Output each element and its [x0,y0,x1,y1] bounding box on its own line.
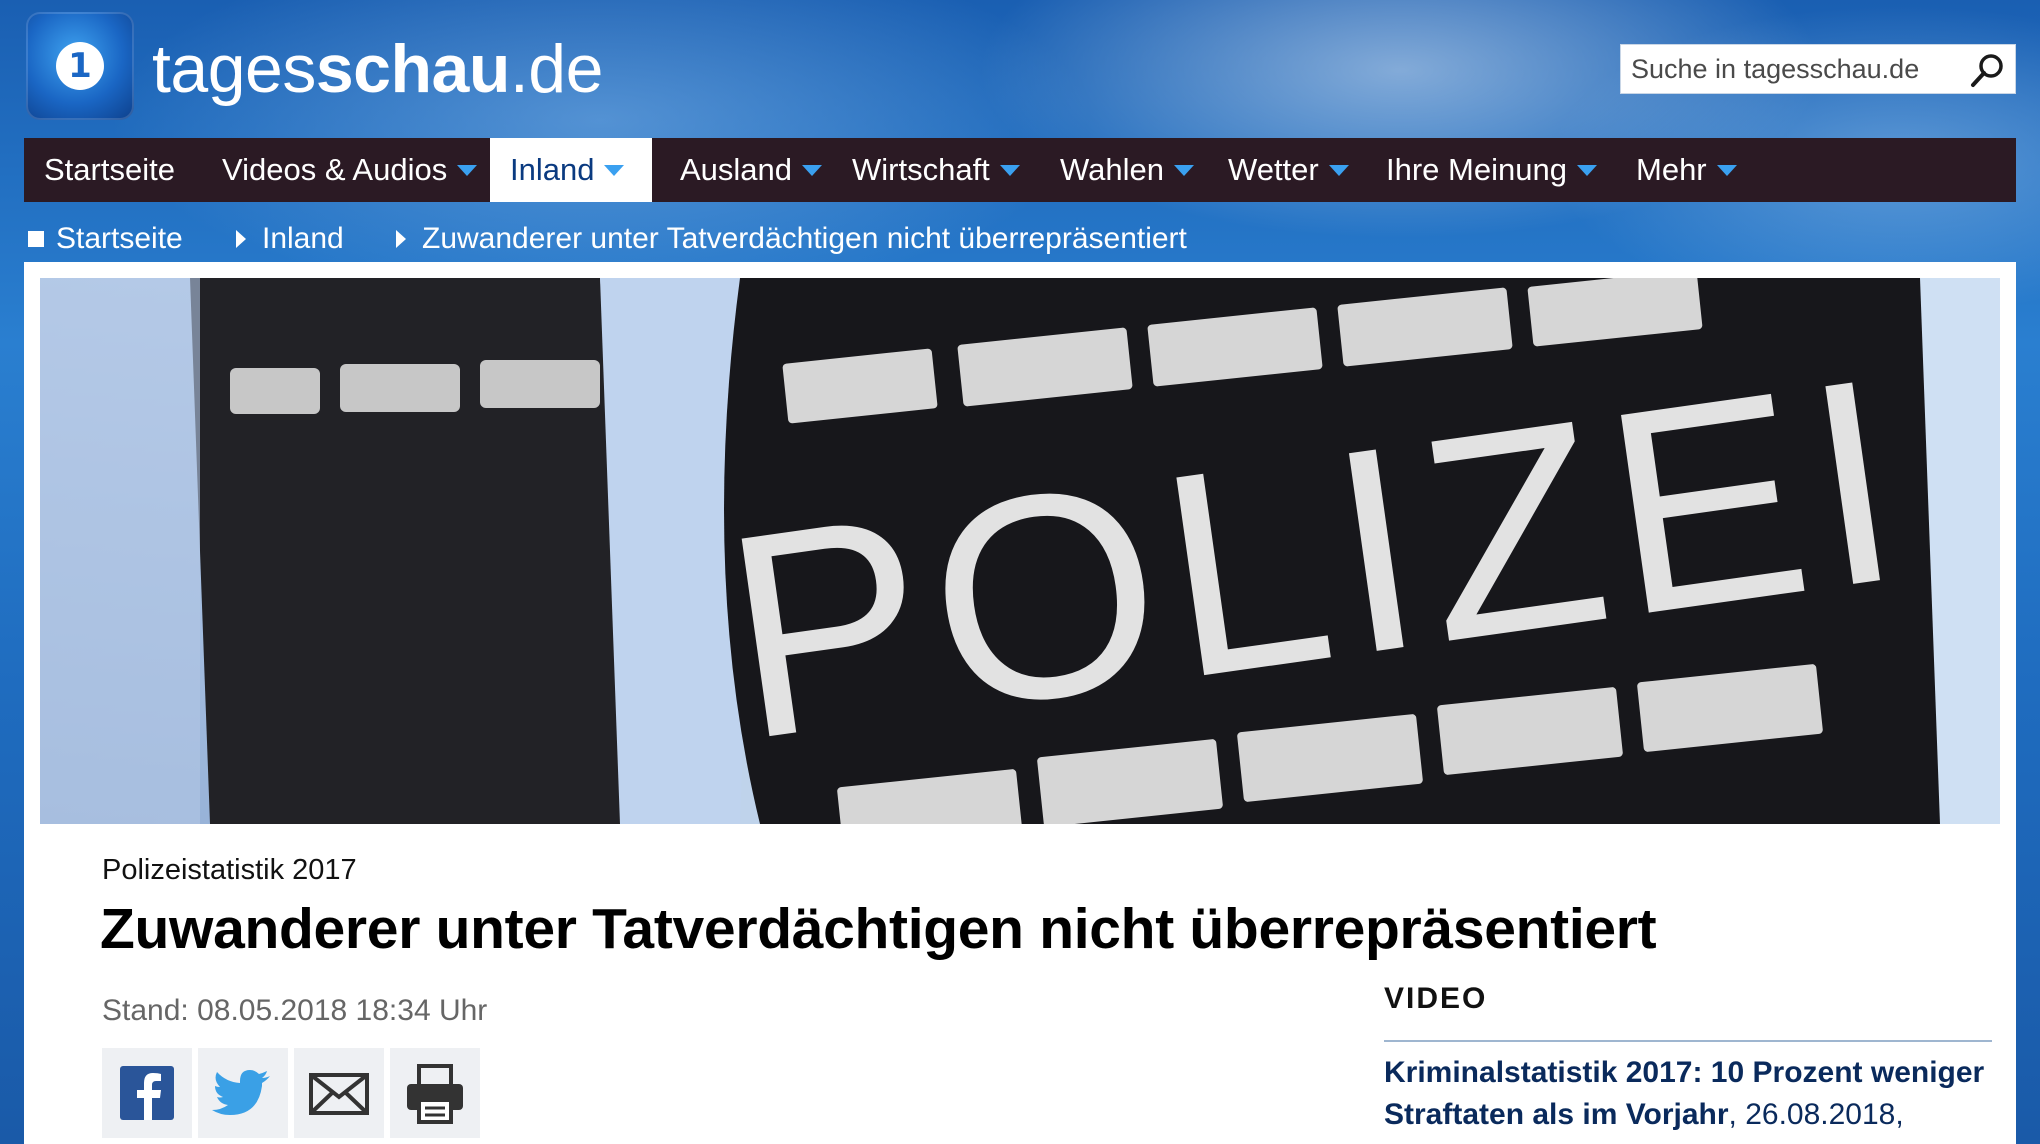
nav-item-ihre-meinung[interactable]: Ihre Meinung [1366,138,1597,202]
nav-item-inland[interactable]: Inland [490,138,652,202]
search-input[interactable] [1621,45,1961,93]
nav-label: Wetter [1228,152,1319,187]
nav-item-wirtschaft[interactable]: Wirtschaft [832,138,1020,202]
police-vest-illustration: POLIZEI [40,278,2000,824]
mail-icon [309,1073,369,1115]
breadcrumb-current: Zuwanderer unter Tatverdächtigen nicht ü… [422,222,1187,255]
print-button[interactable] [390,1048,480,1138]
twitter-icon [212,1070,270,1115]
nav-item-startseite[interactable]: Startseite [24,138,175,202]
nav-label: Ausland [680,152,793,187]
facebook-share-button[interactable] [102,1048,192,1138]
caret-down-icon [999,165,1020,176]
mail-share-button[interactable] [294,1048,384,1138]
divider [1384,1040,1992,1042]
article-topline: Polizeistatistik 2017 [102,854,357,886]
main-nav: Startseite Videos & Audios Inland Auslan… [24,138,2016,202]
brand-bold: schau [315,31,511,107]
caret-down-icon [1716,165,1737,176]
caret-down-icon [1328,165,1349,176]
nav-item-wetter[interactable]: Wetter [1208,138,1349,202]
print-icon [407,1064,463,1124]
search-icon[interactable] [1967,51,2007,89]
article-headline: Zuwanderer unter Tatverdächtigen nicht ü… [100,897,1657,961]
brand-suffix: .de [509,31,604,107]
nav-label: Startseite [44,152,175,187]
nav-label: Videos & Audios [222,152,448,187]
video-section-label: VIDEO [1384,982,1488,1015]
nav-item-wahlen[interactable]: Wahlen [1040,138,1194,202]
video-date: , 26.08.2018, [1728,1098,1904,1131]
caret-down-icon [802,165,823,176]
nav-item-videos-audios[interactable]: Videos & Audios [202,138,478,202]
article-panel: POLIZEI Polizeistatistik 2017 Zuwanderer… [24,262,2016,1144]
chevron-right-icon [236,230,246,248]
nav-item-mehr[interactable]: Mehr [1616,138,1737,202]
nav-item-ausland[interactable]: Ausland [660,138,823,202]
caret-down-icon [1173,165,1194,176]
home-square-icon [28,231,44,247]
tagesschau-logo-icon[interactable]: 1 [26,12,134,120]
article-timestamp: Stand: 08.05.2018 18:34 Uhr [102,994,488,1027]
nav-label: Wahlen [1060,152,1164,187]
breadcrumb-inland[interactable]: Inland [262,214,344,264]
twitter-share-button[interactable] [198,1048,288,1138]
chevron-right-icon [396,230,406,248]
nav-label: Inland [510,152,595,187]
breadcrumb-startseite[interactable]: Startseite [56,214,183,264]
logo-one-glyph: 1 [56,42,104,90]
video-teaser-link[interactable]: Kriminalstatistik 2017: 10 Prozent wenig… [1384,1052,1992,1136]
facebook-icon [120,1066,174,1120]
brand-light: tages [152,31,316,107]
search-box [1620,44,2016,94]
caret-down-icon [457,165,478,176]
hero-image: POLIZEI [40,278,2000,824]
nav-label: Wirtschaft [852,152,990,187]
nav-label: Ihre Meinung [1386,152,1567,187]
nav-label: Mehr [1636,152,1707,187]
caret-down-icon [1576,165,1597,176]
site-brand[interactable]: tagesschau.de [152,24,603,114]
caret-down-icon [604,165,625,176]
